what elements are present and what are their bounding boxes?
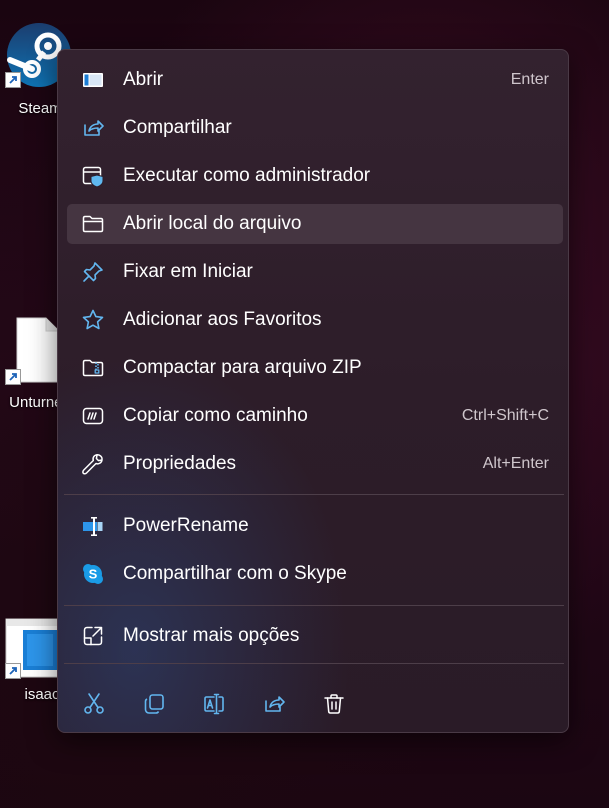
menu-item-label: Adicionar aos Favoritos <box>123 309 322 330</box>
menu-item-shortcut: Alt+Enter <box>482 455 549 472</box>
admin-shield-icon <box>81 164 105 188</box>
shortcut-arrow-icon <box>5 72 21 88</box>
menu-item-label: Compactar para arquivo ZIP <box>123 357 362 378</box>
file-icon <box>16 317 60 383</box>
menu-item-label: Propriedades <box>123 453 237 474</box>
folder-icon <box>81 212 105 236</box>
context-menu: Abrir Enter Compartilhar Executar como a… <box>57 49 569 733</box>
menu-item-powerrename[interactable]: PowerRename <box>67 506 563 546</box>
menu-item-label: Fixar em Iniciar <box>123 261 253 282</box>
share-button[interactable] <box>254 686 294 722</box>
menu-item-copy-as-path[interactable]: Copiar como caminho Ctrl+Shift+C <box>67 396 563 436</box>
menu-item-label: Abrir local do arquivo <box>123 213 302 234</box>
cut-button[interactable] <box>74 686 114 722</box>
menu-separator <box>64 605 564 606</box>
copy-path-icon <box>81 404 105 428</box>
quick-actions-bar <box>58 670 568 730</box>
skype-icon: S <box>81 562 105 586</box>
menu-item-label: Mostrar mais opções <box>123 625 300 646</box>
shortcut-arrow-icon <box>5 369 21 385</box>
menu-item-pin-to-start[interactable]: Fixar em Iniciar <box>67 252 563 292</box>
menu-item-label: PowerRename <box>123 515 249 536</box>
powerrename-icon <box>81 514 105 538</box>
menu-item-properties[interactable]: Propriedades Alt+Enter <box>67 444 563 484</box>
menu-item-label: Abrir <box>123 69 164 90</box>
menu-item-open-file-location[interactable]: Abrir local do arquivo <box>67 204 563 244</box>
menu-item-label: Compartilhar <box>123 117 232 138</box>
shortcut-arrow-icon <box>5 663 21 679</box>
menu-item-shortcut: Enter <box>510 71 549 88</box>
show-more-icon <box>81 624 105 648</box>
menu-item-run-as-admin[interactable]: Executar como administrador <box>67 156 563 196</box>
rename-button[interactable] <box>194 686 234 722</box>
menu-separator <box>64 494 564 495</box>
open-app-icon <box>81 68 105 92</box>
star-icon <box>81 308 105 332</box>
menu-item-label: Copiar como caminho <box>123 405 308 426</box>
svg-text:S: S <box>89 567 98 582</box>
menu-item-share-skype[interactable]: S Compartilhar com o Skype <box>67 554 563 594</box>
menu-item-label: Compartilhar com o Skype <box>123 563 347 584</box>
menu-item-label: Executar como administrador <box>123 165 371 186</box>
menu-item-show-more-options[interactable]: Mostrar mais opções <box>67 616 563 656</box>
menu-item-add-to-favorites[interactable]: Adicionar aos Favoritos <box>67 300 563 340</box>
wrench-icon <box>81 452 105 476</box>
menu-item-shortcut: Ctrl+Shift+C <box>461 407 549 424</box>
copy-button[interactable] <box>134 686 174 722</box>
menu-item-share[interactable]: Compartilhar <box>67 108 563 148</box>
menu-item-compress-zip[interactable]: Compactar para arquivo ZIP <box>67 348 563 388</box>
menu-item-open[interactable]: Abrir Enter <box>67 60 563 100</box>
share-icon <box>81 116 105 140</box>
delete-button[interactable] <box>314 686 354 722</box>
zip-folder-icon <box>81 356 105 380</box>
menu-separator <box>64 663 564 664</box>
pin-icon <box>81 260 105 284</box>
